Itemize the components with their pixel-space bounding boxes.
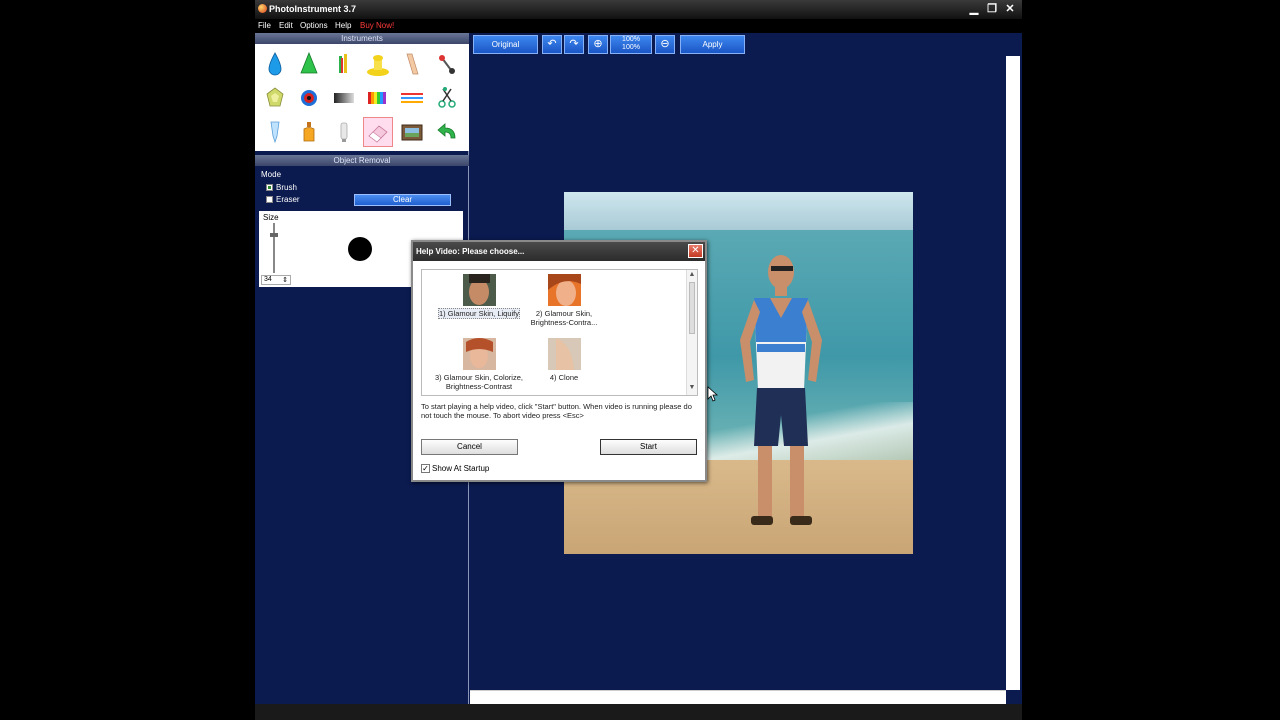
toolbar: Original ↶ ↷ ⊕ 100% 100% ⊖ Apply	[470, 33, 1020, 56]
size-value: 34	[264, 276, 272, 283]
menu-bar: File Edit Options Help Buy Now!	[255, 19, 1022, 33]
lines-tool-icon[interactable]	[398, 84, 426, 112]
video-thumbnail	[462, 338, 496, 370]
color-bars-tool-icon[interactable]	[364, 84, 392, 112]
dialog-instructions: To start playing a help video, click "St…	[421, 402, 692, 420]
object-removal-header: Object Removal	[255, 155, 469, 166]
maximize-button[interactable]: ❐	[984, 2, 1000, 16]
apply-button[interactable]: Apply	[680, 35, 745, 54]
pencils-tool-icon[interactable]	[330, 50, 358, 78]
start-button[interactable]: Start	[600, 439, 697, 455]
video-list: 1) Glamour Skin, Liquify 2) Glamour Skin…	[421, 269, 698, 396]
list-item[interactable]: 4) Clone	[524, 338, 604, 382]
instruments-header: Instruments	[255, 33, 469, 44]
finger-smudge-tool-icon[interactable]	[398, 50, 426, 78]
scroll-down-icon[interactable]: ▼	[688, 384, 696, 391]
stamp-tool-icon[interactable]	[364, 50, 392, 78]
photo-sky	[564, 192, 913, 230]
eraser-label: Eraser	[276, 195, 300, 204]
video-label: 2) Glamour Skin, Brightness-Contra...	[530, 309, 598, 327]
photo-frame-tool-icon[interactable]	[398, 118, 426, 146]
zoom-out-icon[interactable]: ⊖	[655, 35, 675, 54]
list-item[interactable]: 2) Glamour Skin, Brightness-Contra...	[524, 274, 604, 327]
pin-tool-icon[interactable]	[433, 50, 461, 78]
status-bar	[255, 704, 1022, 720]
gem-tool-icon[interactable]	[261, 84, 289, 112]
tube-tool-icon[interactable]	[330, 118, 358, 146]
scissors-tool-icon[interactable]	[433, 84, 461, 112]
list-scroll-thumb[interactable]	[689, 282, 695, 334]
show-at-startup-checkbox[interactable]: ✓	[421, 464, 430, 474]
show-at-startup[interactable]: ✓ Show At Startup	[421, 464, 490, 474]
list-item[interactable]: 1) Glamour Skin, Liquify	[430, 274, 528, 319]
title-bar: PhotoInstrument 3.7 ▁ ❐ ✕	[255, 0, 1022, 19]
zoom-level-display[interactable]: 100% 100%	[610, 35, 652, 54]
bottle-tool-icon[interactable]	[295, 118, 323, 146]
dialog-close-button[interactable]: ✕	[688, 244, 703, 258]
help-video-dialog: Help Video: Please choose... ✕ 1) Glamou…	[411, 240, 707, 482]
sharpen-cone-tool-icon[interactable]	[295, 50, 323, 78]
syringe-tool-icon[interactable]	[261, 118, 289, 146]
show-at-startup-label: Show At Startup	[432, 464, 490, 473]
menu-edit[interactable]: Edit	[279, 21, 293, 30]
close-button[interactable]: ✕	[1002, 2, 1018, 16]
original-button[interactable]: Original	[473, 35, 538, 54]
size-value-field[interactable]: 34 ⇕	[261, 275, 291, 285]
vertical-scrollbar[interactable]	[1006, 56, 1020, 690]
dialog-title: Help Video: Please choose...	[413, 242, 705, 261]
menu-file[interactable]: File	[258, 21, 271, 30]
brush-preview-dot	[348, 237, 372, 261]
zoom-in-icon[interactable]: ⊕	[588, 35, 608, 54]
instruments-palette	[255, 44, 469, 151]
brush-radio[interactable]	[266, 184, 273, 191]
size-label: Size	[263, 213, 279, 222]
zoom-bottom-value: 100%	[622, 44, 640, 51]
cancel-button[interactable]: Cancel	[421, 439, 518, 455]
gradient-tool-icon[interactable]	[330, 84, 358, 112]
menu-buy-now[interactable]: Buy Now!	[360, 21, 394, 30]
video-thumbnail	[547, 338, 581, 370]
size-slider-track[interactable]	[273, 223, 275, 273]
water-drop-tool-icon[interactable]	[261, 50, 289, 78]
minimize-button[interactable]: ▁	[966, 2, 982, 16]
eraser-radio[interactable]	[266, 196, 273, 203]
redo-icon[interactable]: ↷	[564, 35, 584, 54]
eraser-tool-icon[interactable]	[363, 117, 393, 147]
horizontal-scrollbar[interactable]	[470, 690, 1006, 704]
clear-button[interactable]: Clear	[354, 194, 451, 206]
menu-help[interactable]: Help	[335, 21, 351, 30]
mode-label: Mode	[261, 170, 282, 179]
video-label: 4) Clone	[549, 373, 579, 382]
size-slider-thumb[interactable]	[270, 233, 278, 237]
video-thumbnail	[462, 274, 496, 306]
app-icon	[258, 4, 267, 13]
undo-arrow-tool-icon[interactable]	[433, 118, 461, 146]
video-label: 1) Glamour Skin, Liquify	[437, 308, 521, 319]
zoom-top-value: 100%	[622, 36, 640, 43]
photo-person	[740, 255, 822, 525]
video-thumbnail	[547, 274, 581, 306]
mouse-cursor-icon	[707, 386, 719, 402]
list-scrollbar[interactable]: ▲ ▼	[686, 270, 697, 395]
undo-icon[interactable]: ↶	[542, 35, 562, 54]
scroll-up-icon[interactable]: ▲	[688, 271, 696, 278]
menu-options[interactable]: Options	[300, 21, 328, 30]
spin-icon[interactable]: ⇕	[282, 276, 288, 284]
video-label: 3) Glamour Skin, Colorize, Brightness-Co…	[435, 373, 523, 391]
photoinstrument-window: PhotoInstrument 3.7 ▁ ❐ ✕ File Edit Opti…	[255, 0, 1022, 720]
brush-label: Brush	[276, 183, 297, 192]
list-item[interactable]: 3) Glamour Skin, Colorize, Brightness-Co…	[430, 338, 528, 391]
window-title: PhotoInstrument 3.7	[269, 4, 357, 14]
red-eye-tool-icon[interactable]	[295, 84, 323, 112]
